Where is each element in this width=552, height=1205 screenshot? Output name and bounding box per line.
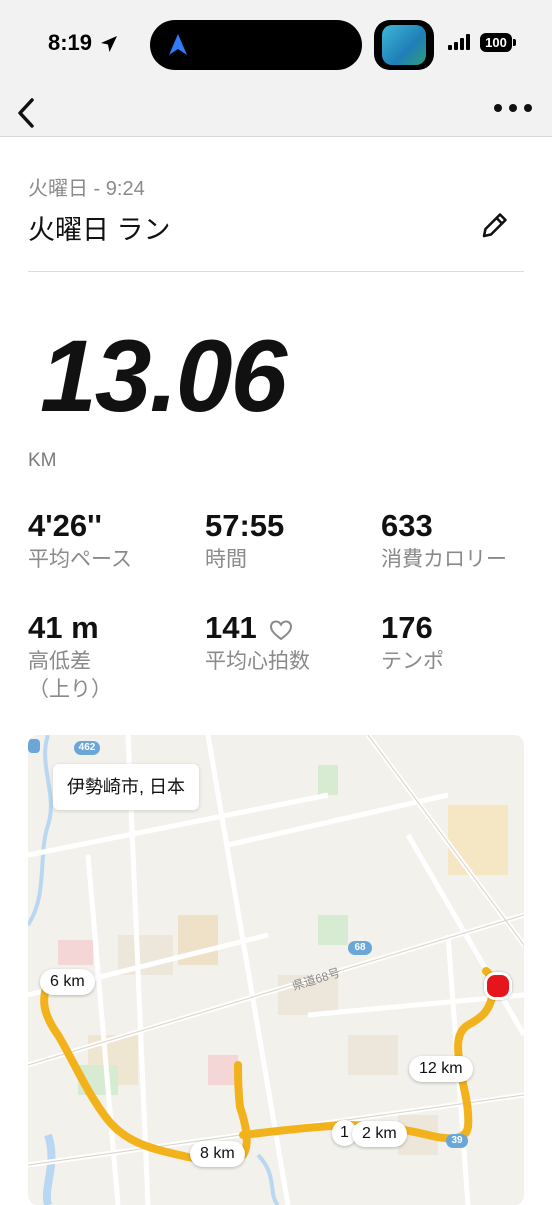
status-time: 8:19 — [48, 30, 93, 55]
cadence-value: 176 — [381, 610, 433, 645]
app-icon[interactable] — [374, 20, 434, 70]
avg-heart-rate-value: 141 — [205, 610, 257, 645]
cadence-label: テンポ — [381, 650, 444, 673]
calories-label: 消費カロリー — [381, 548, 507, 571]
activity-date: 火曜日 - 9:24 — [28, 178, 145, 200]
more-dots-icon[interactable] — [490, 96, 536, 120]
avg-pace-value: 4'26'' — [28, 508, 102, 543]
heart-icon — [269, 619, 293, 646]
road-badge-39: 39 — [451, 1135, 463, 1146]
signal-icon — [448, 34, 474, 55]
pencil-edit-icon[interactable] — [476, 208, 512, 244]
battery-tip — [513, 39, 516, 46]
nav-bar — [0, 92, 552, 137]
km-marker-12: 12 km — [409, 1056, 473, 1082]
calories-value: 633 — [381, 508, 433, 543]
elevation-label-sub: （上り） — [28, 678, 112, 701]
battery-icon: 100 — [480, 33, 512, 52]
duration-value: 57:55 — [205, 508, 285, 543]
elevation-value: 41 m — [28, 610, 99, 645]
km-marker-2: 2 km — [352, 1121, 407, 1147]
avg-heart-rate-label: 平均心拍数 — [205, 650, 310, 673]
back-chevron-icon[interactable] — [8, 96, 44, 132]
avg-pace-label: 平均ペース — [28, 548, 132, 571]
route-end-marker — [484, 972, 512, 1000]
distance-unit: KM — [28, 450, 57, 471]
location-arrow-icon — [100, 35, 118, 58]
elevation-label: 高低差 — [28, 650, 91, 673]
distance-value: 13.06 — [40, 319, 287, 433]
km-marker-6: 6 km — [40, 969, 95, 995]
duration-label: 時間 — [205, 548, 247, 571]
km-marker-8: 8 km — [190, 1141, 245, 1167]
navigation-icon — [168, 33, 188, 62]
divider — [28, 271, 524, 272]
road-badge-462: 462 — [78, 742, 96, 753]
activity-title: 火曜日 ラン — [28, 215, 171, 245]
road-badge-68: 68 — [354, 942, 366, 953]
map-location-label: 伊勢崎市, 日本 — [53, 764, 200, 810]
